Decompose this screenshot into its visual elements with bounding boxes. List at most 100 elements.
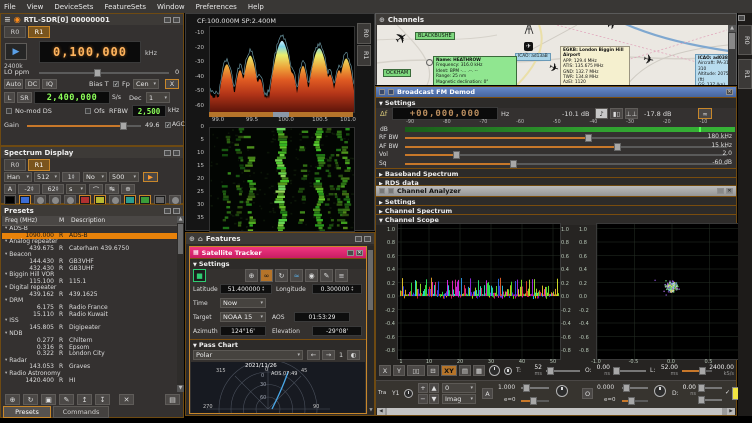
overlap-stepper[interactable]: 1▲▼	[62, 172, 80, 182]
channel-icon-1[interactable]	[379, 89, 385, 95]
sr-button[interactable]: SR	[17, 92, 32, 103]
lo-ppm-slider[interactable]	[39, 72, 169, 74]
preset-item-row[interactable]: 145.805RDigipeater	[2, 325, 177, 332]
add-preset-icon[interactable]: ⊕	[5, 394, 20, 405]
airport-tooltip[interactable]: EGKB: London Biggin Hill AirportAPP: 129…	[560, 46, 630, 85]
handle[interactable]	[614, 143, 621, 151]
presets-titlebar[interactable]: Presets	[1, 205, 183, 216]
auto-button[interactable]: Auto	[4, 79, 23, 89]
export-preset-icon[interactable]: ↥	[77, 394, 92, 405]
audio-mute-button[interactable]: ♪	[595, 108, 608, 119]
stop-button[interactable]: ■	[193, 269, 206, 282]
shrink-icon[interactable]	[164, 17, 171, 23]
iq-button[interactable]: IQ	[42, 79, 57, 89]
col-m[interactable]: M	[59, 217, 71, 224]
intensity-knob[interactable]	[489, 365, 500, 376]
nomod-checkbox[interactable]	[6, 108, 12, 114]
y-only-button[interactable]: Y	[393, 365, 405, 376]
analyzer-titlebar[interactable]: Channel Analyzer ✕	[376, 186, 736, 196]
delete-preset-icon[interactable]: ✕	[119, 394, 134, 405]
ref-level-stepper[interactable]: -2▲▼	[18, 184, 40, 194]
trace-down-button[interactable]: ▼	[429, 394, 439, 404]
bias-t-checkbox[interactable]: ✓	[113, 81, 119, 87]
shrink-icon[interactable]	[738, 15, 745, 21]
x-only-button[interactable]: X	[379, 365, 391, 376]
window-fn-dropdown[interactable]: Han	[4, 172, 32, 182]
print-icon[interactable]: ▤	[165, 394, 180, 405]
menu-item-preferences[interactable]: Preferences	[196, 3, 237, 11]
maximize-icon[interactable]	[173, 208, 180, 214]
update-preset-icon[interactable]: ↻	[23, 394, 38, 405]
map-label-icao[interactable]: ICAO: ad13aB	[515, 53, 551, 61]
col-desc[interactable]: Description	[71, 217, 105, 224]
shrink-icon[interactable]	[164, 150, 171, 156]
device-tab-r0[interactable]: R0	[4, 26, 26, 38]
trace-up-button[interactable]: ▲	[429, 383, 439, 393]
handle[interactable]	[453, 151, 460, 159]
grid-fine-icon[interactable]: ▦	[473, 365, 485, 376]
cen-dropdown[interactable]: Cen	[133, 79, 159, 89]
target-dropdown[interactable]: NOAA 15	[220, 312, 266, 322]
latitude-input[interactable]: 51.400000 ▲▼	[220, 284, 272, 294]
grid-icon[interactable]: ▤	[459, 365, 471, 376]
fft-size-dropdown[interactable]: 512	[34, 172, 60, 182]
close-icon[interactable]: ✕	[726, 89, 733, 95]
play-flag-button[interactable]: ▶	[143, 172, 158, 182]
curve-icon[interactable]: ⌒	[89, 184, 103, 194]
averaging-dropdown[interactable]: 500	[109, 172, 139, 182]
gain-slider[interactable]	[27, 125, 141, 127]
menu-item-file[interactable]: File	[4, 3, 16, 11]
airport-marker-icon[interactable]: ✈	[524, 42, 533, 51]
x-button[interactable]: X	[165, 79, 179, 89]
offset-slider[interactable]	[614, 370, 646, 372]
span-icon[interactable]: ↹	[105, 184, 119, 194]
time-base-slider[interactable]	[546, 370, 580, 372]
units-dropdown[interactable]: s	[66, 184, 86, 194]
scroll-left-icon[interactable]: ◀	[377, 408, 385, 415]
close-icon[interactable]: ✕	[356, 250, 363, 256]
dish-icon[interactable]: ◉	[305, 269, 318, 282]
scroll-handle[interactable]	[387, 408, 722, 415]
xy-button[interactable]: XY	[441, 365, 457, 376]
pass-chart-header[interactable]: Pass Chart	[190, 339, 366, 350]
features-titlebar[interactable]: ⊕ ⌂ Features	[186, 233, 374, 244]
ofs-checkbox[interactable]	[85, 108, 91, 114]
maximize-icon[interactable]	[364, 236, 371, 242]
scroll-down-icon[interactable]: ▼	[177, 385, 184, 392]
presets-scrollbar[interactable]: ▲ ▼	[177, 216, 184, 392]
spectrum-display-tab-r0[interactable]: R0	[4, 159, 26, 171]
home-icon[interactable]: ⌂	[198, 235, 203, 243]
doppler-icon[interactable]: ≈	[290, 269, 303, 282]
scroll-handle[interactable]	[178, 224, 183, 254]
add-feature-icon[interactable]: ⊕	[189, 235, 195, 243]
sample-rate-display[interactable]: 2,400,000	[34, 91, 110, 104]
handle[interactable]	[510, 160, 517, 168]
ofs-slider[interactable]	[622, 387, 648, 389]
restore-icon[interactable]	[717, 188, 724, 194]
close-icon[interactable]: ✕	[726, 188, 733, 194]
tab-presets[interactable]: Presets	[3, 406, 51, 418]
ofs-knob[interactable]	[654, 385, 666, 397]
shrink-icon[interactable]	[164, 208, 171, 214]
aircraft-tooltip[interactable]: ICAO: ad038BAircraft: PA-31-310Altitude:…	[695, 54, 728, 85]
analyzer-hscrollbar[interactable]: ◀ ▶	[377, 408, 735, 415]
map-label-ockham[interactable]: OCKHAM	[383, 69, 411, 77]
start-button[interactable]: ▶	[5, 43, 27, 60]
dc-button[interactable]: DC	[25, 79, 40, 89]
channel-frequency-display[interactable]: +00,000,000	[392, 107, 498, 120]
frequency-display[interactable]: 0,100,000	[39, 41, 141, 63]
maximize-icon[interactable]	[173, 17, 180, 23]
save-presets-icon[interactable]: ▣	[41, 394, 56, 405]
device-titlebar[interactable]: ≡ ◉ RTL-SDR[0] 00000001	[1, 14, 183, 25]
trace-select-knob[interactable]	[404, 389, 413, 398]
spectrum-display-tab-r1[interactable]: R1	[28, 159, 50, 171]
device-status-icon[interactable]: ◉	[14, 15, 21, 24]
col-freq[interactable]: Freq (MHz)	[2, 217, 59, 224]
tab-commands[interactable]: Commands	[53, 406, 109, 418]
waterfall-plot[interactable]	[209, 127, 355, 232]
scope-xy-plot[interactable]	[596, 223, 748, 360]
menu-item-view[interactable]: View	[27, 3, 44, 11]
trace-view-check[interactable]: ✓	[725, 389, 730, 396]
amp-auto-button[interactable]: A	[482, 388, 493, 399]
spectrum-display-titlebar[interactable]: Spectrum Display	[1, 147, 183, 158]
